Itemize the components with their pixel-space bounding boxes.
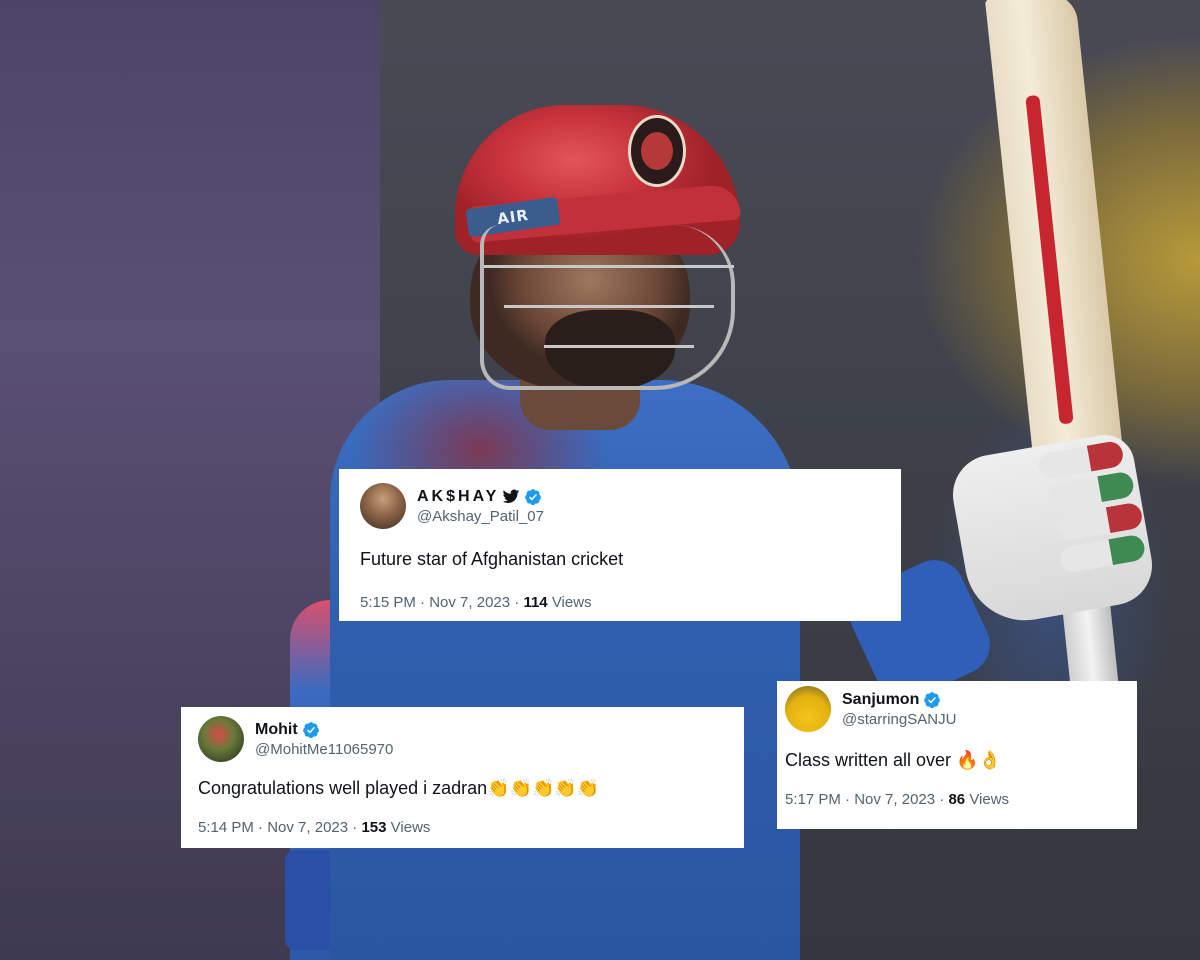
tweet-text-body: Class written all over bbox=[785, 750, 952, 770]
tweet-card: Mohit @MohitMe11065970 Congratulations w… bbox=[181, 707, 744, 848]
tweet-meta: 5:14 PM · Nov 7, 2023 · 153 Views bbox=[198, 819, 727, 836]
clapping-hands-emoji-icon: 👏👏👏👏👏 bbox=[487, 778, 600, 798]
tweet-date[interactable]: Nov 7, 2023 bbox=[267, 819, 348, 836]
meta-separator: · bbox=[939, 791, 945, 808]
meta-separator: · bbox=[514, 594, 520, 611]
tweet-meta: 5:15 PM · Nov 7, 2023 · 114 Views bbox=[360, 594, 880, 611]
player-jersey bbox=[330, 380, 800, 960]
tweet-date[interactable]: Nov 7, 2023 bbox=[429, 594, 510, 611]
meta-separator: · bbox=[845, 791, 851, 808]
tweet-header: Mohit @MohitMe11065970 bbox=[198, 716, 727, 762]
helmet-grille bbox=[480, 225, 735, 390]
fire-ok-hand-emoji-icon: 🔥👌 bbox=[956, 750, 1001, 770]
tweet-header: AK$HAY @Akshay_Patil_07 bbox=[360, 483, 880, 529]
avatar[interactable] bbox=[360, 483, 406, 529]
views-count: 114 bbox=[523, 594, 548, 611]
tweet-time[interactable]: 5:17 PM bbox=[785, 791, 841, 808]
tweet-text: Future star of Afghanistan cricket bbox=[360, 549, 624, 569]
tweet-text: Congratulations well played i zadran👏👏👏👏… bbox=[198, 778, 727, 799]
display-name-row: Mohit bbox=[255, 721, 393, 739]
views-label: Views bbox=[390, 819, 431, 836]
display-name[interactable]: Sanjumon bbox=[842, 691, 919, 709]
views-count: 153 bbox=[361, 819, 387, 836]
views-label: Views bbox=[969, 791, 1010, 808]
tweet-time[interactable]: 5:15 PM bbox=[360, 594, 416, 611]
display-name-row: AK$HAY bbox=[417, 488, 544, 506]
verified-badge-icon bbox=[302, 721, 319, 738]
views-count: 86 bbox=[948, 791, 966, 808]
tweet-meta: 5:17 PM · Nov 7, 2023 · 86 Views bbox=[785, 791, 1129, 808]
tweet-time[interactable]: 5:14 PM bbox=[198, 819, 254, 836]
bird-icon bbox=[503, 489, 520, 503]
tweet-text-body: Congratulations well played i zadran bbox=[198, 778, 488, 798]
tweet-card: AK$HAY @Akshay_Patil_07 Future star of A… bbox=[339, 469, 901, 621]
tweet-header: Sanjumon @starringSANJU bbox=[785, 686, 1129, 732]
helmet-crest-icon bbox=[628, 115, 686, 187]
verified-badge-icon bbox=[924, 691, 941, 708]
avatar[interactable] bbox=[198, 716, 244, 762]
tweet-author: AK$HAY @Akshay_Patil_07 bbox=[417, 488, 544, 525]
meta-separator: · bbox=[258, 819, 264, 836]
views-label: Views bbox=[551, 594, 592, 611]
tweet-date[interactable]: Nov 7, 2023 bbox=[854, 791, 935, 808]
display-name-row: Sanjumon bbox=[842, 691, 956, 709]
meta-separator: · bbox=[420, 594, 426, 611]
user-handle[interactable]: @Akshay_Patil_07 bbox=[417, 508, 544, 525]
tweet-text: Class written all over 🔥👌 bbox=[785, 750, 1129, 771]
tweet-author: Sanjumon @starringSANJU bbox=[842, 691, 956, 728]
meta-separator: · bbox=[352, 819, 358, 836]
verified-badge-icon bbox=[525, 488, 542, 505]
avatar[interactable] bbox=[785, 686, 831, 732]
user-handle[interactable]: @starringSANJU bbox=[842, 711, 956, 728]
display-name[interactable]: AK$HAY bbox=[417, 488, 499, 506]
user-handle[interactable]: @MohitMe11065970 bbox=[255, 741, 393, 758]
tweet-author: Mohit @MohitMe11065970 bbox=[255, 721, 393, 758]
tweet-card: Sanjumon @starringSANJU Class written al… bbox=[777, 681, 1137, 829]
bat-brand-stripe bbox=[1025, 94, 1074, 425]
display-name[interactable]: Mohit bbox=[255, 721, 298, 739]
